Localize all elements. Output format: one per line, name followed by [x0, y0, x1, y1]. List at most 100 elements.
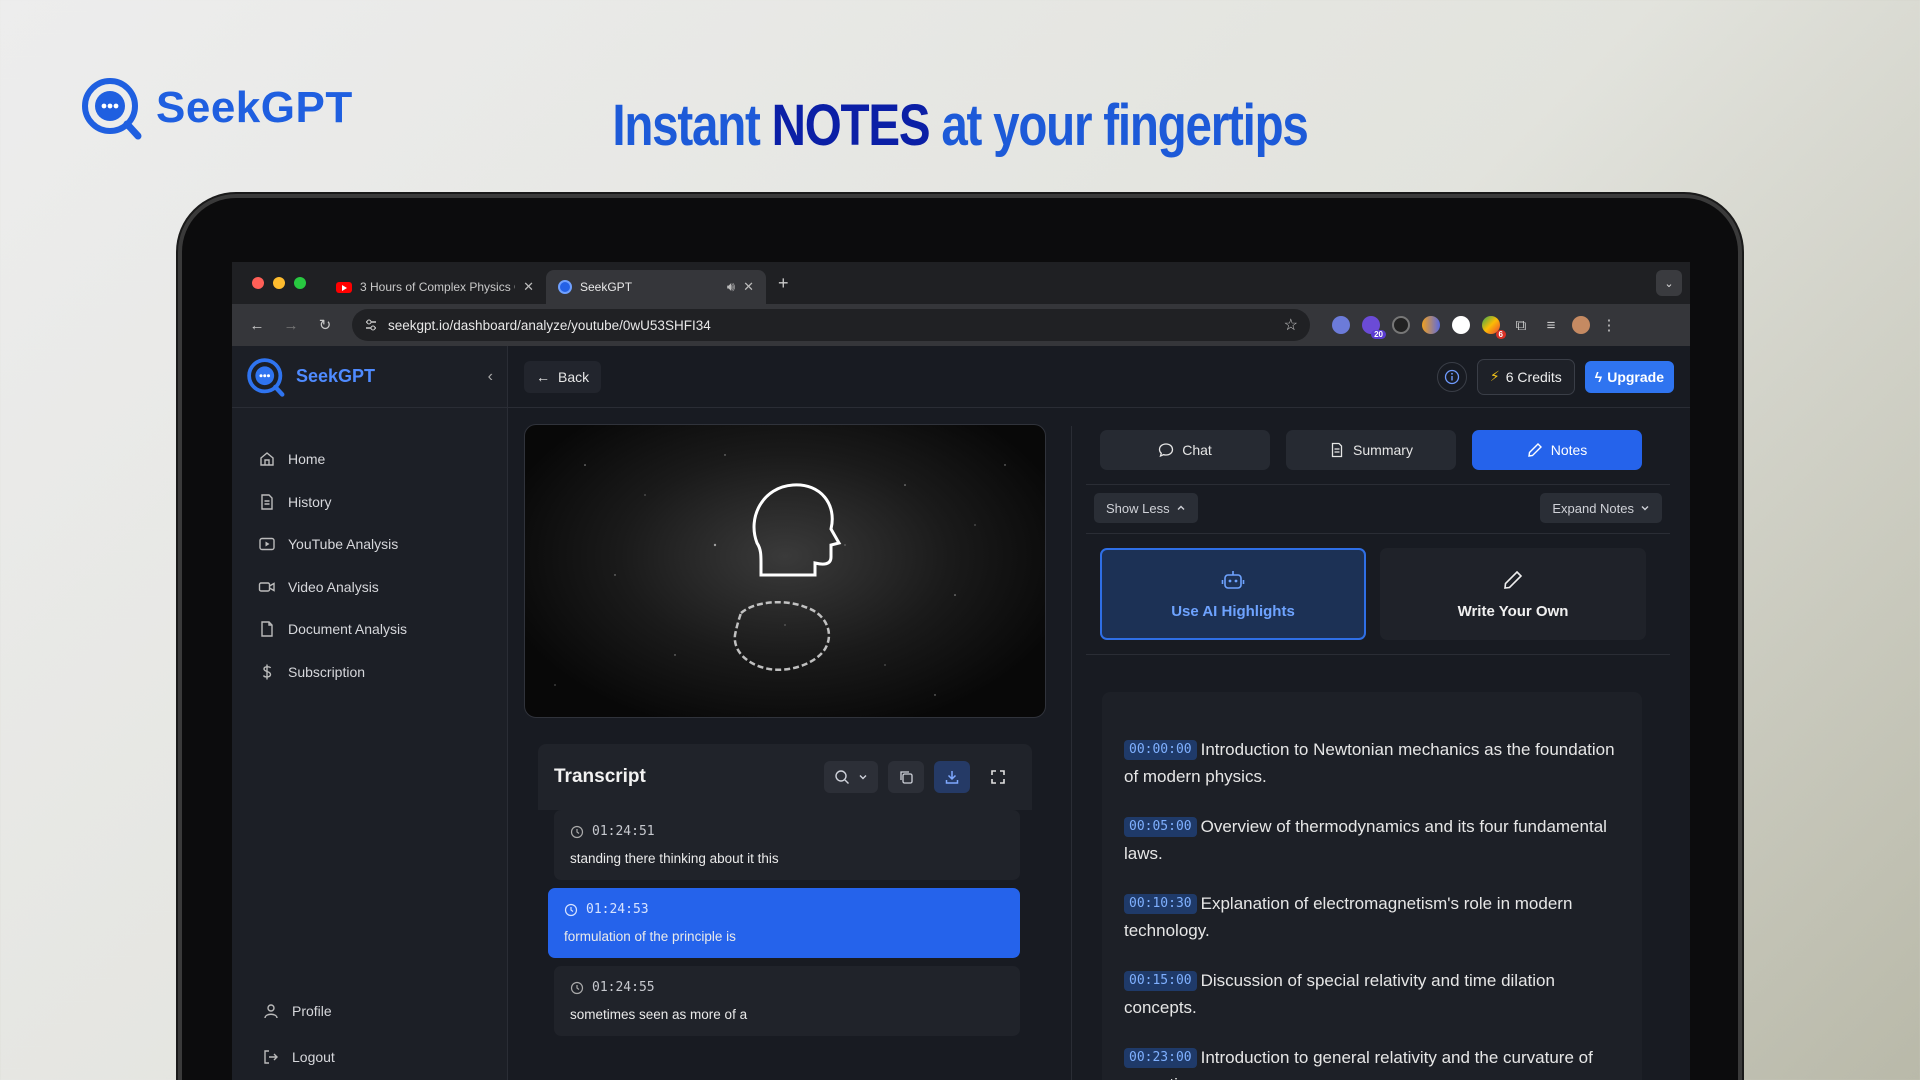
extension-icon[interactable]: [1332, 316, 1350, 334]
transcript-segment[interactable]: 01:24:55 sometimes seen as more of a: [554, 966, 1020, 1036]
sidebar: SeekGPT ‹ Home History YouTube Analysis: [232, 346, 508, 1080]
video-icon: [258, 582, 275, 592]
extension-icon[interactable]: [1452, 316, 1470, 334]
sidebar-item-logout[interactable]: Logout: [232, 1034, 507, 1080]
seekgpt-logo-icon: [247, 357, 285, 397]
transcript-search-button[interactable]: [824, 761, 878, 793]
close-tab-icon[interactable]: ✕: [743, 279, 754, 295]
segment-time: 01:24:55: [592, 980, 655, 995]
bookmark-star-icon[interactable]: ☆: [1284, 315, 1298, 335]
note-timestamp[interactable]: 00:00:00: [1124, 740, 1197, 760]
browser-tab-seekgpt[interactable]: SeekGPT 🔊︎ ✕: [546, 270, 766, 304]
info-button[interactable]: [1436, 361, 1467, 392]
download-button[interactable]: [934, 761, 970, 793]
show-less-button[interactable]: Show Less: [1094, 493, 1198, 523]
transcript-segment-active[interactable]: 01:24:53 formulation of the principle is: [548, 888, 1020, 958]
copy-button[interactable]: [888, 761, 924, 793]
tab-search-button[interactable]: ⌄: [1656, 270, 1682, 296]
tab-chat[interactable]: Chat: [1100, 430, 1270, 470]
note-mode-options: Use AI Highlights Write Your Own: [1086, 534, 1670, 640]
extension-icon[interactable]: [1392, 316, 1410, 334]
tab-notes[interactable]: Notes: [1472, 430, 1642, 470]
extensions-area: 20 6 ⧉ ≡ ⋮: [1332, 310, 1617, 340]
copy-icon: [900, 771, 913, 784]
back-arrow-icon[interactable]: ←: [242, 310, 272, 340]
sidebar-item-label: Logout: [292, 1049, 335, 1065]
divider: [1086, 654, 1670, 655]
video-player[interactable]: [524, 424, 1046, 718]
clock-icon: [570, 825, 584, 838]
note-timestamp[interactable]: 00:15:00: [1124, 971, 1197, 991]
logout-icon: [264, 1050, 278, 1064]
clock-icon: [570, 981, 584, 994]
transcript-segment[interactable]: 01:24:51 standing there thinking about i…: [554, 810, 1020, 880]
transcript-tools: [824, 761, 1016, 793]
note-timestamp[interactable]: 00:10:30: [1124, 894, 1197, 914]
puzzle-extensions-icon[interactable]: ⧉: [1512, 310, 1530, 340]
speaker-icon[interactable]: 🔊︎: [727, 279, 735, 295]
sidebar-item-home[interactable]: Home: [232, 438, 507, 481]
youtube-icon: [259, 538, 275, 551]
note-item: 00:10:30 Explanation of electromagnetism'…: [1124, 890, 1620, 944]
search-icon: [835, 770, 849, 784]
extension-icon[interactable]: 20: [1362, 316, 1386, 339]
extension-icon[interactable]: [1422, 316, 1440, 334]
window-controls: [232, 277, 324, 289]
tab-label: Notes: [1550, 442, 1588, 458]
sidebar-item-video-analysis[interactable]: Video Analysis: [232, 566, 507, 609]
note-timestamp[interactable]: 00:23:00: [1124, 1048, 1197, 1068]
fullscreen-button[interactable]: [980, 761, 1016, 793]
address-bar[interactable]: seekgpt.io/dashboard/analyze/youtube/0wU…: [352, 309, 1310, 341]
close-window-button[interactable]: [252, 277, 264, 289]
notes-list: 00:00:00 Introduction to Newtonian mechan…: [1102, 692, 1642, 1080]
profile-avatar-icon[interactable]: [1572, 316, 1590, 334]
document-icon: [1331, 442, 1343, 458]
close-tab-icon[interactable]: ✕: [523, 279, 534, 295]
tab-summary[interactable]: Summary: [1286, 430, 1456, 470]
lightning-icon: ⚡︎: [1489, 368, 1500, 384]
note-timestamp[interactable]: 00:05:00: [1124, 817, 1197, 837]
transcript-title: Transcript: [554, 766, 646, 787]
note-item: 00:15:00 Discussion of special relativity…: [1124, 967, 1620, 1021]
headline: Instant NOTES at your fingertips: [173, 92, 1747, 159]
credits-button[interactable]: ⚡︎ 6 Credits: [1476, 358, 1575, 395]
reload-icon[interactable]: ↻: [310, 310, 340, 340]
url-text[interactable]: seekgpt.io/dashboard/analyze/youtube/0wU…: [388, 318, 1274, 333]
use-ai-highlights-button[interactable]: Use AI Highlights: [1100, 548, 1366, 640]
segment-timestamp: 01:24:53: [564, 902, 1004, 917]
upgrade-button[interactable]: ϟ Upgrade: [1584, 360, 1674, 393]
site-settings-icon[interactable]: [364, 318, 378, 332]
sidebar-item-history[interactable]: History: [232, 481, 507, 524]
sidebar-item-subscription[interactable]: Subscription: [232, 651, 507, 694]
extension-icon[interactable]: 6: [1482, 316, 1506, 339]
sidebar-item-profile[interactable]: Profile: [232, 988, 507, 1034]
sidebar-header: SeekGPT ‹: [232, 346, 507, 408]
expand-notes-button[interactable]: Expand Notes: [1540, 493, 1662, 523]
info-icon: [1444, 369, 1460, 384]
sidebar-item-label: YouTube Analysis: [288, 536, 399, 553]
collapse-sidebar-icon[interactable]: ‹: [488, 368, 493, 386]
reading-list-icon[interactable]: ≡: [1542, 310, 1560, 340]
tab-label: Summary: [1353, 442, 1413, 458]
sidebar-item-youtube-analysis[interactable]: YouTube Analysis: [232, 523, 507, 566]
forward-arrow-icon[interactable]: →: [276, 310, 306, 340]
minimize-window-button[interactable]: [273, 277, 285, 289]
chevron-up-icon: [1177, 505, 1185, 510]
note-item: 00:00:00 Introduction to Newtonian mechan…: [1124, 736, 1620, 790]
sidebar-item-document-analysis[interactable]: Document Analysis: [232, 608, 507, 651]
kebab-menu-icon[interactable]: ⋮: [1602, 310, 1617, 340]
maximize-window-button[interactable]: [294, 277, 306, 289]
chevron-down-icon: [859, 775, 867, 780]
tab-label: SeekGPT: [580, 280, 633, 294]
video-thumbnail: [554, 454, 1006, 696]
browser-tab-youtube[interactable]: 3 Hours of Complex Physics Concepts ✕: [324, 270, 546, 304]
new-tab-button[interactable]: +: [778, 273, 789, 294]
chat-icon: [1159, 443, 1174, 458]
chevron-down-icon: [1641, 506, 1649, 511]
back-button[interactable]: ← Back: [524, 360, 602, 393]
write-your-own-button[interactable]: Write Your Own: [1380, 548, 1646, 640]
tab-label: 3 Hours of Complex Physics Concepts: [360, 280, 515, 294]
expand-notes-label: Expand Notes: [1552, 500, 1634, 516]
sidebar-item-label: Home: [288, 451, 326, 468]
document-icon: [261, 494, 273, 510]
